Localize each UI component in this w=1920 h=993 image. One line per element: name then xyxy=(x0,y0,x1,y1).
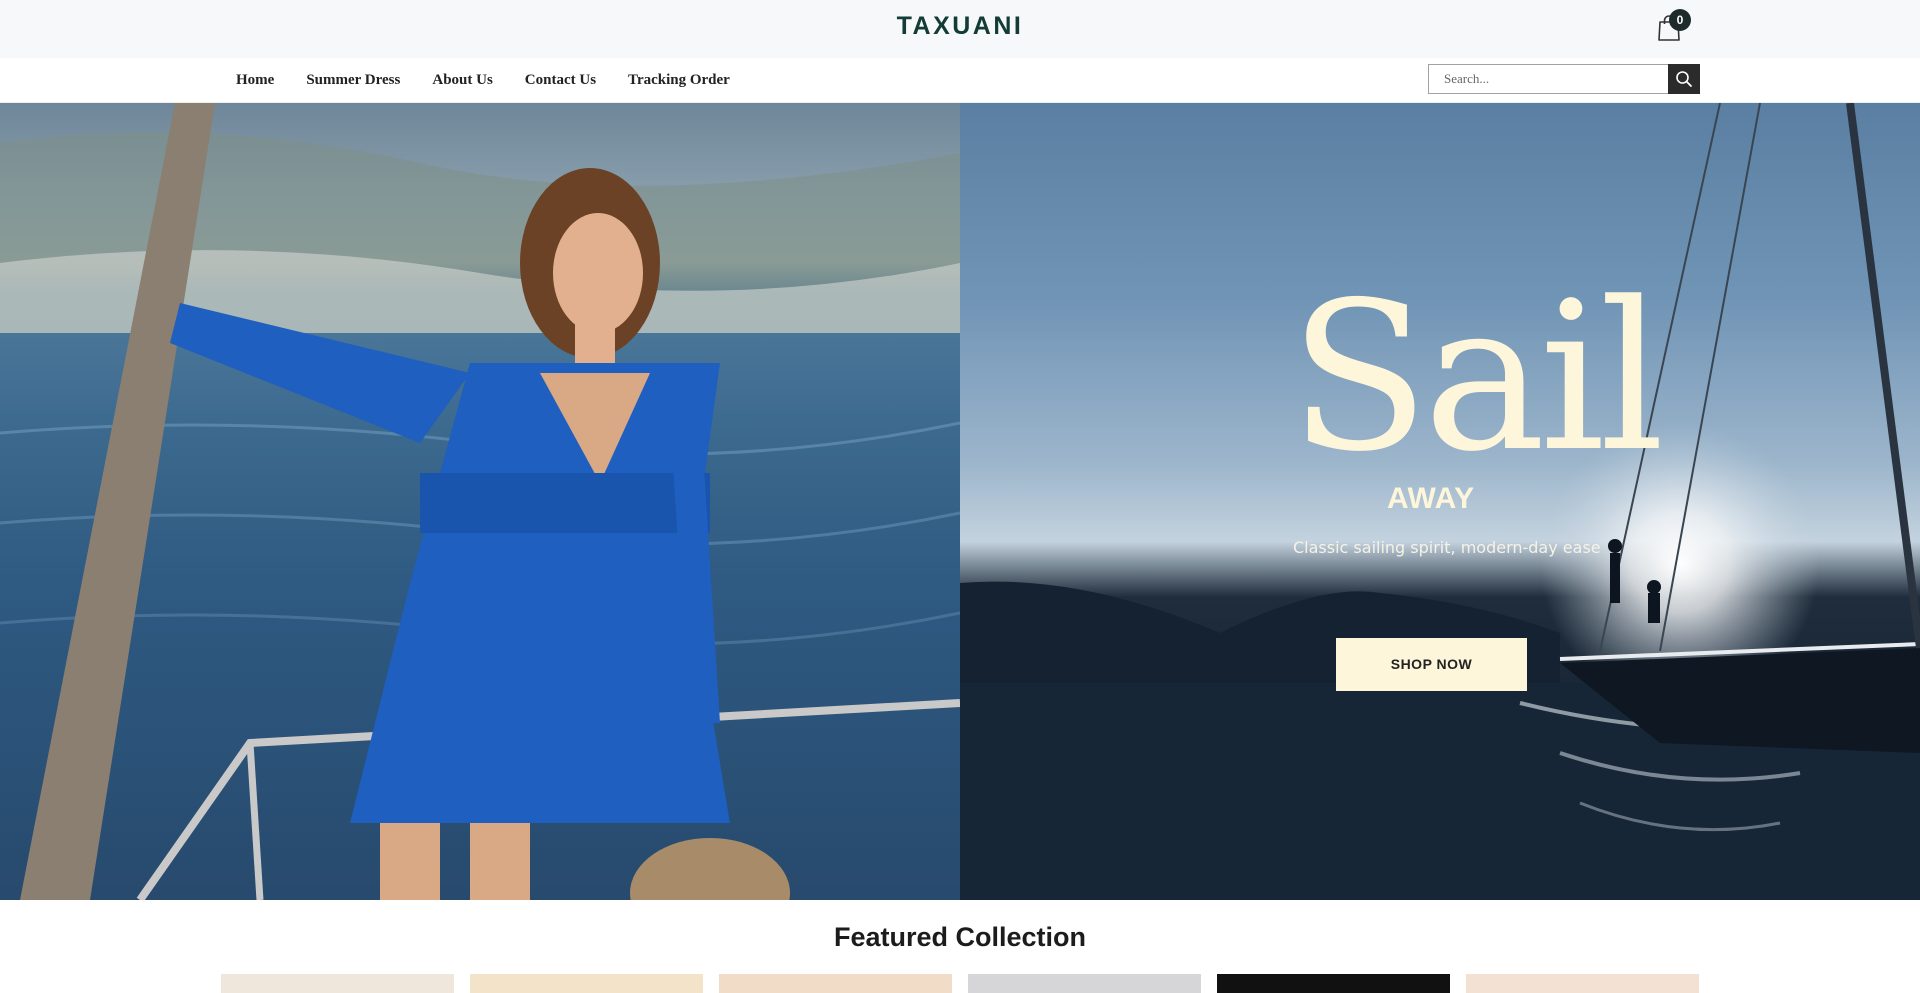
brand-logo[interactable]: TAXUANI xyxy=(0,12,1920,41)
nav-item-about-us[interactable]: About Us xyxy=(432,72,492,89)
search-button[interactable] xyxy=(1668,64,1700,94)
shop-now-button[interactable]: SHOP NOW xyxy=(1336,638,1527,691)
main-nav: Home Summer Dress About Us Contact Us Tr… xyxy=(236,58,762,103)
search-icon xyxy=(1676,71,1692,87)
product-thumbnail[interactable] xyxy=(470,974,703,993)
hero-left-illustration xyxy=(0,103,960,900)
hero-subheadline: AWAY xyxy=(1387,482,1475,515)
top-bar: TAXUANI 0 xyxy=(0,0,1920,58)
hero-banner xyxy=(0,103,1920,900)
hero-tagline: Classic sailing spirit, modern-day ease xyxy=(1293,538,1601,557)
hero-headline: Sail xyxy=(1289,259,1665,497)
product-thumbnail[interactable] xyxy=(1466,974,1699,993)
hero-image-woman-blue-dress[interactable] xyxy=(0,103,960,900)
nav-item-summer-dress[interactable]: Summer Dress xyxy=(306,72,400,89)
featured-collection-title: Featured Collection xyxy=(833,922,1087,952)
main-nav-bar: Home Summer Dress About Us Contact Us Tr… xyxy=(0,58,1920,103)
nav-item-tracking-order[interactable]: Tracking Order xyxy=(628,72,730,89)
search-form xyxy=(1428,64,1700,94)
product-thumbnail[interactable] xyxy=(719,974,952,993)
product-thumbnail[interactable] xyxy=(221,974,454,993)
cart-count-badge: 0 xyxy=(1669,9,1691,31)
search-input[interactable] xyxy=(1428,64,1668,94)
nav-item-contact-us[interactable]: Contact Us xyxy=(525,72,596,89)
featured-products-row xyxy=(221,974,1701,993)
product-thumbnail[interactable] xyxy=(968,974,1201,993)
nav-item-home[interactable]: Home xyxy=(236,72,274,89)
product-thumbnail[interactable] xyxy=(1217,974,1450,993)
